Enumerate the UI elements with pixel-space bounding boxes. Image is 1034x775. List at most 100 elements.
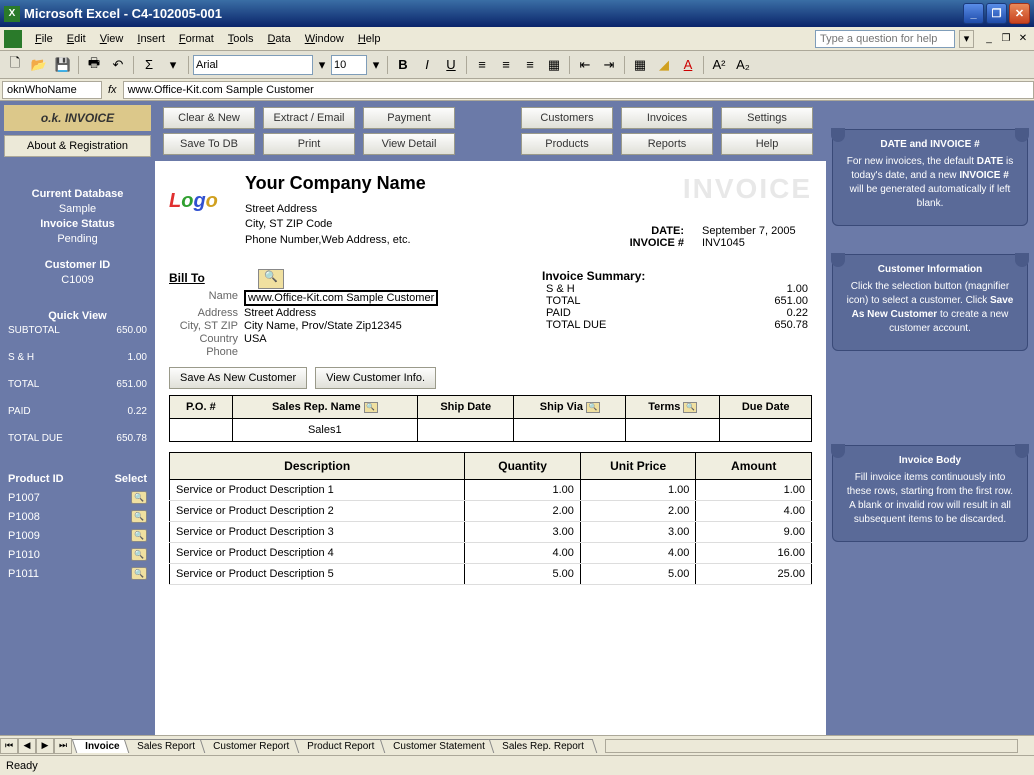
select-product-icon[interactable]: 🔍 [131,529,147,542]
font-name-combo[interactable] [193,55,313,75]
new-icon[interactable]: 🗋 [4,54,26,76]
invoice-watermark: INVOICE [614,173,812,205]
save-to-db-button[interactable]: Save To DB [163,133,255,155]
align-center-icon[interactable]: ≡ [495,54,517,76]
reports-button[interactable]: Reports [621,133,713,155]
customer-id-label: Customer ID [8,259,147,271]
extract-email-button[interactable]: Extract / Email [263,107,355,129]
current-database-value: Sample [8,203,147,215]
tab-next-icon[interactable]: ▶ [36,738,54,754]
magnifier-icon[interactable]: 🔍 [258,269,284,289]
settings-button[interactable]: Settings [721,107,813,129]
print-icon[interactable]: 🖶 [83,54,105,76]
bold-icon[interactable]: B [392,54,414,76]
help-button[interactable]: Help [721,133,813,155]
view-customer-info-button[interactable]: View Customer Info. [315,367,436,389]
autosum-icon[interactable]: Σ [138,54,160,76]
sheet-tab[interactable]: Customer Report [200,739,303,753]
menu-tools[interactable]: Tools [221,30,261,48]
workbook-restore[interactable]: ❐ [999,32,1013,46]
menu-view[interactable]: View [93,30,131,48]
tab-last-icon[interactable]: ⏭ [54,738,72,754]
close-button[interactable]: ✕ [1009,3,1030,24]
view-detail-button[interactable]: View Detail [363,133,455,155]
lookup-icon[interactable]: 🔍 [364,402,378,413]
customers-button[interactable]: Customers [521,107,613,129]
underline-icon[interactable]: U [440,54,462,76]
maximize-button[interactable]: ❐ [986,3,1007,24]
order-cell[interactable]: Sales1 [232,419,417,442]
clear-new-button[interactable]: Clear & New [163,107,255,129]
dropdown-icon[interactable]: ▾ [162,54,184,76]
billto-name-cell[interactable]: www.Office-Kit.com Sample Customer [244,290,438,306]
select-product-icon[interactable]: 🔍 [131,548,147,561]
quick-view-row: S & H1.00 [4,352,151,363]
formula-input[interactable]: www.Office-Kit.com Sample Customer [123,81,1034,99]
tab-first-icon[interactable]: ⏮ [0,738,18,754]
undo-icon[interactable]: ↶ [107,54,129,76]
menu-help[interactable]: Help [351,30,388,48]
workbook-minimize[interactable]: _ [982,32,996,46]
fill-color-icon[interactable]: ◢ [653,54,675,76]
italic-icon[interactable]: I [416,54,438,76]
select-product-icon[interactable]: 🔍 [131,567,147,580]
align-left-icon[interactable]: ≡ [471,54,493,76]
align-right-icon[interactable]: ≡ [519,54,541,76]
summary-row: TOTAL DUE650.78 [542,319,812,331]
order-cell[interactable] [170,419,233,442]
sheet-tab[interactable]: Sales Rep. Report [489,739,597,753]
product-row: P1010🔍 [4,546,151,563]
merge-icon[interactable]: ▦ [543,54,565,76]
invoices-button[interactable]: Invoices [621,107,713,129]
menu-data[interactable]: Data [260,30,297,48]
select-product-icon[interactable]: 🔍 [131,510,147,523]
borders-icon[interactable]: ▦ [629,54,651,76]
horizontal-scrollbar[interactable] [605,739,1018,753]
date-value[interactable]: September 7, 2005 [702,225,812,237]
select-product-icon[interactable]: 🔍 [131,491,147,504]
sheet-tab[interactable]: Product Report [294,739,388,753]
help-search-input[interactable] [815,30,955,48]
increase-indent-icon[interactable]: ⇥ [598,54,620,76]
menu-file[interactable]: File [28,30,60,48]
sheet-tab[interactable]: Customer Statement [379,739,497,753]
font-size-combo[interactable] [331,55,367,75]
quick-view-row: PAID0.22 [4,406,151,417]
menu-window[interactable]: Window [298,30,351,48]
product-row: P1007🔍 [4,489,151,506]
about-button[interactable]: About & Registration [4,135,151,157]
save-icon[interactable]: 💾 [52,54,74,76]
subscript-icon[interactable]: A₂ [732,54,754,76]
products-button[interactable]: Products [521,133,613,155]
invoice-num-value[interactable]: INV1045 [702,237,812,249]
menu-format[interactable]: Format [172,30,221,48]
menu-edit[interactable]: Edit [60,30,93,48]
sheet-tab[interactable]: Sales Report [124,739,208,753]
order-cell[interactable] [417,419,514,442]
save-new-customer-button[interactable]: Save As New Customer [169,367,307,389]
menubar: FileEditViewInsertFormatToolsDataWindowH… [0,27,1034,51]
open-icon[interactable]: 📂 [28,54,50,76]
product-header: Product IDSelect [4,471,151,487]
order-cell[interactable] [626,419,720,442]
company-logo: Logo [169,173,233,229]
minimize-button[interactable]: _ [963,3,984,24]
superscript-icon[interactable]: A² [708,54,730,76]
font-color-icon[interactable]: A [677,54,699,76]
order-cell[interactable] [720,419,812,442]
order-cell[interactable] [514,419,626,442]
lookup-icon[interactable]: 🔍 [586,402,600,413]
workbook-close[interactable]: ✕ [1016,32,1030,46]
font-name-dropdown[interactable]: ▾ [315,54,329,76]
order-header: Sales Rep. Name🔍 [232,396,417,419]
statusbar: Ready [0,755,1034,775]
help-dropdown[interactable]: ▾ [959,30,974,48]
print-button[interactable]: Print [263,133,355,155]
menu-insert[interactable]: Insert [130,30,172,48]
tab-prev-icon[interactable]: ◀ [18,738,36,754]
decrease-indent-icon[interactable]: ⇤ [574,54,596,76]
payment-button[interactable]: Payment [363,107,455,129]
name-box[interactable]: oknWhoName [2,81,102,99]
font-size-dropdown[interactable]: ▾ [369,54,383,76]
lookup-icon[interactable]: 🔍 [683,402,697,413]
